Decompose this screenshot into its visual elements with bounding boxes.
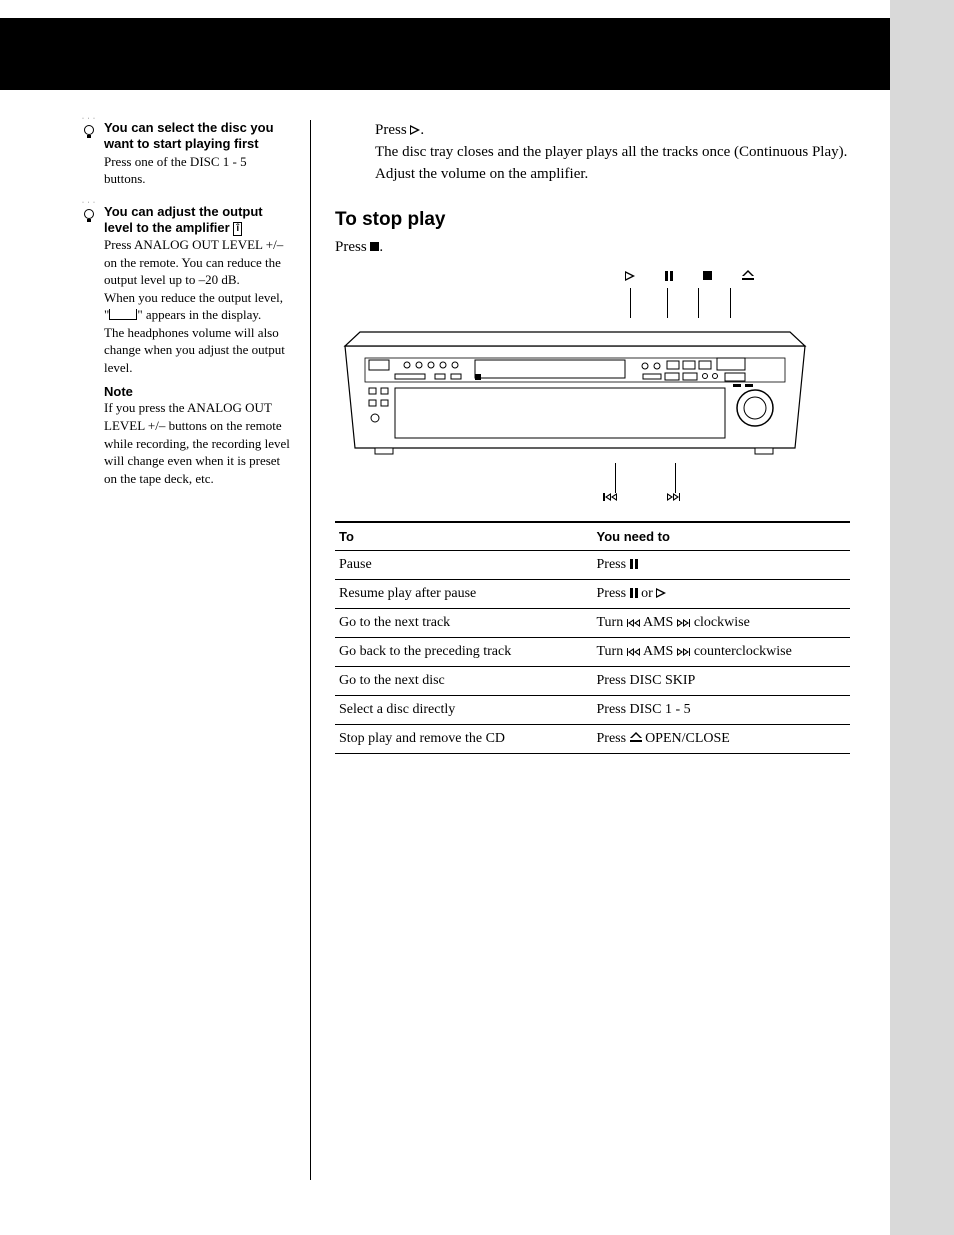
remote-icon: î xyxy=(233,222,242,236)
need-pre: Press xyxy=(597,731,630,746)
need-pre: Press DISC 1 - 5 xyxy=(597,702,691,717)
eject-icon xyxy=(630,732,642,742)
cell-need: Press DISC SKIP xyxy=(593,667,851,696)
section-sub-pre: Press xyxy=(335,239,370,255)
prev-icon xyxy=(627,648,641,656)
callout-next-icon xyxy=(667,493,681,501)
cell-need: Press xyxy=(593,551,851,580)
need-pre: Turn xyxy=(597,644,627,659)
cell-need: Press or xyxy=(593,580,851,609)
prev-icon xyxy=(627,619,641,627)
intro-line1: Press . xyxy=(375,120,850,142)
intro-l1-post: . xyxy=(420,122,424,138)
or-label: or xyxy=(641,586,653,601)
pause-icon xyxy=(630,559,638,569)
tip1-title: You can select the disc you want to star… xyxy=(104,120,290,153)
section-title: To stop play xyxy=(335,209,850,231)
cell-need: Press DISC 1 - 5 xyxy=(593,696,851,725)
cell-to: Pause xyxy=(335,551,593,580)
table-row: Select a disc directly Press DISC 1 - 5 xyxy=(335,696,850,725)
tip-output-level: · · · You can adjust the output level to… xyxy=(80,204,290,488)
cell-to: Go to the next disc xyxy=(335,667,593,696)
callout-stop-icon xyxy=(703,268,712,284)
table-row: Go back to the preceding trackTurn AMS c… xyxy=(335,638,850,667)
header-black-bar xyxy=(0,18,890,90)
pause-icon xyxy=(630,588,638,598)
tip1-text: Press one of the DISC 1 - 5 buttons. xyxy=(104,153,290,188)
need-pre: Turn xyxy=(597,615,627,630)
intro-line2: The disc tray closes and the player play… xyxy=(375,142,850,186)
bracket-icon xyxy=(109,309,137,320)
cell-need: Turn AMS clockwise xyxy=(593,609,851,638)
table-row: Go to the next disc Press DISC SKIP xyxy=(335,667,850,696)
table-row: Resume play after pausePress or xyxy=(335,580,850,609)
play-icon xyxy=(656,588,666,598)
need-post: counterclockwise xyxy=(690,644,791,659)
section-sub: Press . xyxy=(335,239,850,256)
tip2-p2: When you reduce the output level, "" app… xyxy=(104,289,290,324)
actions-table: To You need to Pause Press Resume play af… xyxy=(335,521,850,754)
col-need: You need to xyxy=(593,522,851,551)
col-to: To xyxy=(335,522,593,551)
section-sub-post: . xyxy=(379,239,383,255)
tip-select-disc: · · · You can select the disc you want t… xyxy=(80,120,290,188)
table-row: Pause Press xyxy=(335,551,850,580)
right-gutter xyxy=(890,0,954,1235)
need-pre: Press xyxy=(597,586,630,601)
tip2-p2-post: " appears in the display. xyxy=(137,307,261,322)
need-post: clockwise xyxy=(690,615,749,630)
sidebar: · · · You can select the disc you want t… xyxy=(80,120,290,1180)
note-text: If you press the ANALOG OUT LEVEL +/– bu… xyxy=(104,399,290,487)
ams-label: AMS xyxy=(643,615,673,630)
cell-to: Go back to the preceding track xyxy=(335,638,593,667)
table-row: Go to the next trackTurn AMS clockwise xyxy=(335,609,850,638)
need-pre: Press DISC SKIP xyxy=(597,673,696,688)
cell-to: Go to the next track xyxy=(335,609,593,638)
intro-block: Press . The disc tray closes and the pla… xyxy=(375,120,850,185)
ams-label: AMS xyxy=(643,644,673,659)
tip2-p1: Press ANALOG OUT LEVEL +/– on the remote… xyxy=(104,236,290,289)
player-illustration xyxy=(335,318,850,463)
cell-to: Resume play after pause xyxy=(335,580,593,609)
play-icon xyxy=(410,125,420,135)
main-content: Press . The disc tray closes and the pla… xyxy=(310,120,850,1180)
cell-need: Press OPEN/CLOSE xyxy=(593,725,851,754)
tip2-title: You can adjust the output level to the a… xyxy=(104,204,290,237)
next-icon xyxy=(677,648,691,656)
callout-pause-icon xyxy=(665,268,673,284)
next-icon xyxy=(677,619,691,627)
callout-play-icon xyxy=(625,268,635,284)
tip-bulb-icon: · · · xyxy=(80,120,104,138)
note-title: Note xyxy=(104,384,290,399)
need-post: OPEN/CLOSE xyxy=(642,731,730,746)
tip2-p3: The headphones volume will also change w… xyxy=(104,324,290,377)
table-row: Stop play and remove the CDPress OPEN/CL… xyxy=(335,725,850,754)
cell-to: Stop play and remove the CD xyxy=(335,725,593,754)
intro-l1-pre: Press xyxy=(375,122,410,138)
cell-to: Select a disc directly xyxy=(335,696,593,725)
need-pre: Press xyxy=(597,557,630,572)
player-diagram xyxy=(335,268,850,501)
tip-bulb-icon: · · · xyxy=(80,204,104,222)
callout-prev-icon xyxy=(603,493,617,501)
cell-need: Turn AMS counterclockwise xyxy=(593,638,851,667)
callout-eject-icon xyxy=(742,268,754,284)
